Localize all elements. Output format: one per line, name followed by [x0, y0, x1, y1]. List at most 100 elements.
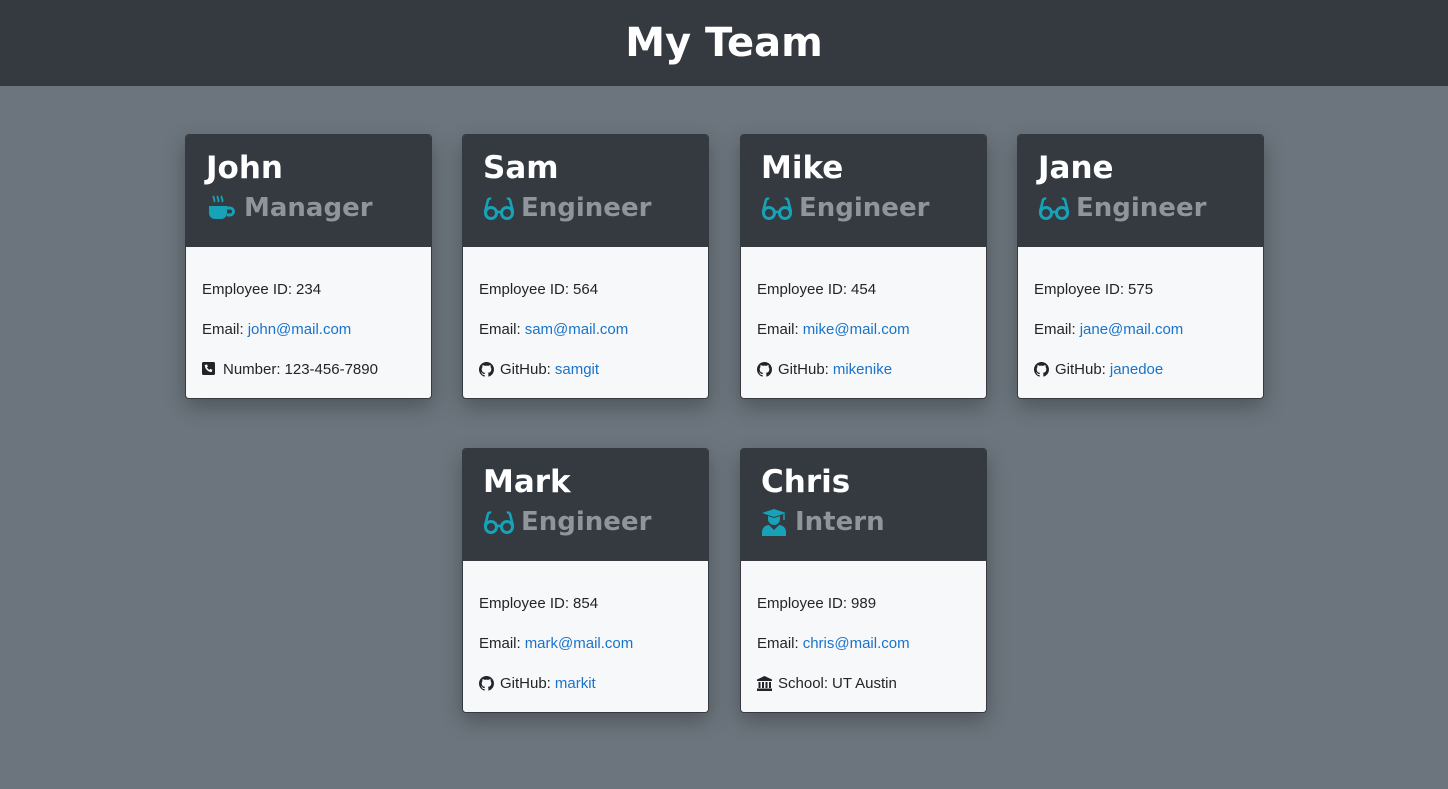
employee-id-label: Employee ID: — [479, 595, 570, 612]
github-icon — [479, 676, 494, 691]
card-header: Jane Engineer — [1018, 135, 1263, 247]
email-label: Email: — [1034, 321, 1076, 338]
email-row: Email: sam@mail.com — [479, 321, 692, 361]
employee-role: Engineer — [483, 505, 688, 539]
email-link[interactable]: john@mail.com — [248, 321, 352, 338]
employee-id-row: Employee ID: 854 — [479, 595, 692, 635]
school-label: School: — [778, 675, 829, 692]
employee-role: Engineer — [1038, 191, 1243, 225]
card-header: Mike Engineer — [741, 135, 986, 247]
role-label: Intern — [795, 507, 885, 537]
employee-id-value: 454 — [851, 281, 877, 298]
email-link[interactable]: mark@mail.com — [525, 635, 634, 652]
github-row: GitHub: janedoe — [1034, 361, 1247, 398]
github-link[interactable]: mikenike — [833, 361, 892, 378]
github-link[interactable]: janedoe — [1110, 361, 1163, 378]
github-row: GitHub: mikenike — [757, 361, 970, 398]
employee-id-label: Employee ID: — [1034, 281, 1125, 298]
github-link[interactable]: markit — [555, 675, 596, 692]
school-value: UT Austin — [832, 675, 897, 692]
employee-role: Manager — [206, 191, 411, 225]
github-icon — [1034, 362, 1049, 377]
role-label: Engineer — [521, 507, 652, 537]
office-number-value: 123-456-7890 — [284, 361, 378, 378]
email-link[interactable]: chris@mail.com — [803, 635, 910, 652]
role-label: Manager — [244, 193, 373, 223]
glasses-icon — [483, 508, 515, 536]
card-body: Employee ID: 989 Email: chris@mail.com S… — [741, 561, 986, 712]
employee-card: Sam Engineer Employee ID: 564 Email: sam… — [462, 134, 709, 399]
employee-role: Intern — [761, 505, 966, 539]
card-body: Employee ID: 575 Email: jane@mail.com Gi… — [1018, 247, 1263, 398]
employee-role: Engineer — [483, 191, 688, 225]
employee-name: Sam — [483, 150, 559, 186]
employee-id-value: 989 — [851, 595, 877, 612]
email-link[interactable]: jane@mail.com — [1080, 321, 1184, 338]
github-label: GitHub: — [500, 675, 551, 692]
employee-name: Chris — [761, 464, 851, 500]
github-icon — [479, 362, 494, 377]
card-body: Employee ID: 564 Email: sam@mail.com Git… — [463, 247, 708, 398]
employee-id-row: Employee ID: 234 — [202, 281, 415, 321]
github-icon — [757, 362, 772, 377]
page-header: My Team — [0, 0, 1448, 86]
card-body: Employee ID: 854 Email: mark@mail.com Gi… — [463, 561, 708, 712]
email-label: Email: — [479, 321, 521, 338]
email-label: Email: — [202, 321, 244, 338]
email-row: Email: mark@mail.com — [479, 635, 692, 675]
employee-id-row: Employee ID: 575 — [1034, 281, 1247, 321]
employee-id-value: 234 — [296, 281, 322, 298]
employee-card: Mark Engineer Employee ID: 854 Email: ma… — [462, 448, 709, 713]
employee-id-label: Employee ID: — [757, 281, 848, 298]
employee-id-row: Employee ID: 564 — [479, 281, 692, 321]
role-label: Engineer — [799, 193, 930, 223]
employee-name: John — [206, 150, 283, 186]
employee-name: Jane — [1038, 150, 1114, 186]
email-row: Email: john@mail.com — [202, 321, 415, 361]
office-number-label: Number: — [223, 361, 281, 378]
glasses-icon — [483, 194, 515, 222]
github-label: GitHub: — [1055, 361, 1106, 378]
page-title: My Team — [625, 20, 823, 66]
github-row: GitHub: samgit — [479, 361, 692, 398]
team-grid: John Manager Employee ID: 234 Email: joh… — [0, 86, 1448, 789]
phone-icon — [202, 362, 217, 377]
glasses-icon — [761, 194, 793, 222]
email-label: Email: — [757, 321, 799, 338]
role-label: Engineer — [1076, 193, 1207, 223]
email-row: Email: jane@mail.com — [1034, 321, 1247, 361]
graduate-icon — [761, 508, 789, 536]
school-icon — [757, 676, 772, 691]
email-label: Email: — [479, 635, 521, 652]
school-row: School: UT Austin — [757, 675, 970, 712]
employee-id-value: 854 — [573, 595, 599, 612]
coffee-icon — [206, 194, 238, 222]
employee-id-label: Employee ID: — [757, 595, 848, 612]
employee-id-value: 575 — [1128, 281, 1154, 298]
card-header: Sam Engineer — [463, 135, 708, 247]
email-link[interactable]: mike@mail.com — [803, 321, 910, 338]
card-body: Employee ID: 454 Email: mike@mail.com Gi… — [741, 247, 986, 398]
employee-card: Chris Intern Employee ID: 989 Email: chr… — [740, 448, 987, 713]
employee-name: Mike — [761, 150, 844, 186]
email-label: Email: — [757, 635, 799, 652]
role-label: Engineer — [521, 193, 652, 223]
card-header: Chris Intern — [741, 449, 986, 561]
employee-id-label: Employee ID: — [202, 281, 293, 298]
card-header: John Manager — [186, 135, 431, 247]
employee-card: John Manager Employee ID: 234 Email: joh… — [185, 134, 432, 399]
card-header: Mark Engineer — [463, 449, 708, 561]
github-row: GitHub: markit — [479, 675, 692, 712]
employee-card: Mike Engineer Employee ID: 454 Email: mi… — [740, 134, 987, 399]
employee-role: Engineer — [761, 191, 966, 225]
employee-card: Jane Engineer Employee ID: 575 Email: ja… — [1017, 134, 1264, 399]
github-link[interactable]: samgit — [555, 361, 599, 378]
employee-id-row: Employee ID: 989 — [757, 595, 970, 635]
email-row: Email: mike@mail.com — [757, 321, 970, 361]
github-label: GitHub: — [778, 361, 829, 378]
github-label: GitHub: — [500, 361, 551, 378]
email-link[interactable]: sam@mail.com — [525, 321, 629, 338]
email-row: Email: chris@mail.com — [757, 635, 970, 675]
employee-id-value: 564 — [573, 281, 599, 298]
employee-id-label: Employee ID: — [479, 281, 570, 298]
